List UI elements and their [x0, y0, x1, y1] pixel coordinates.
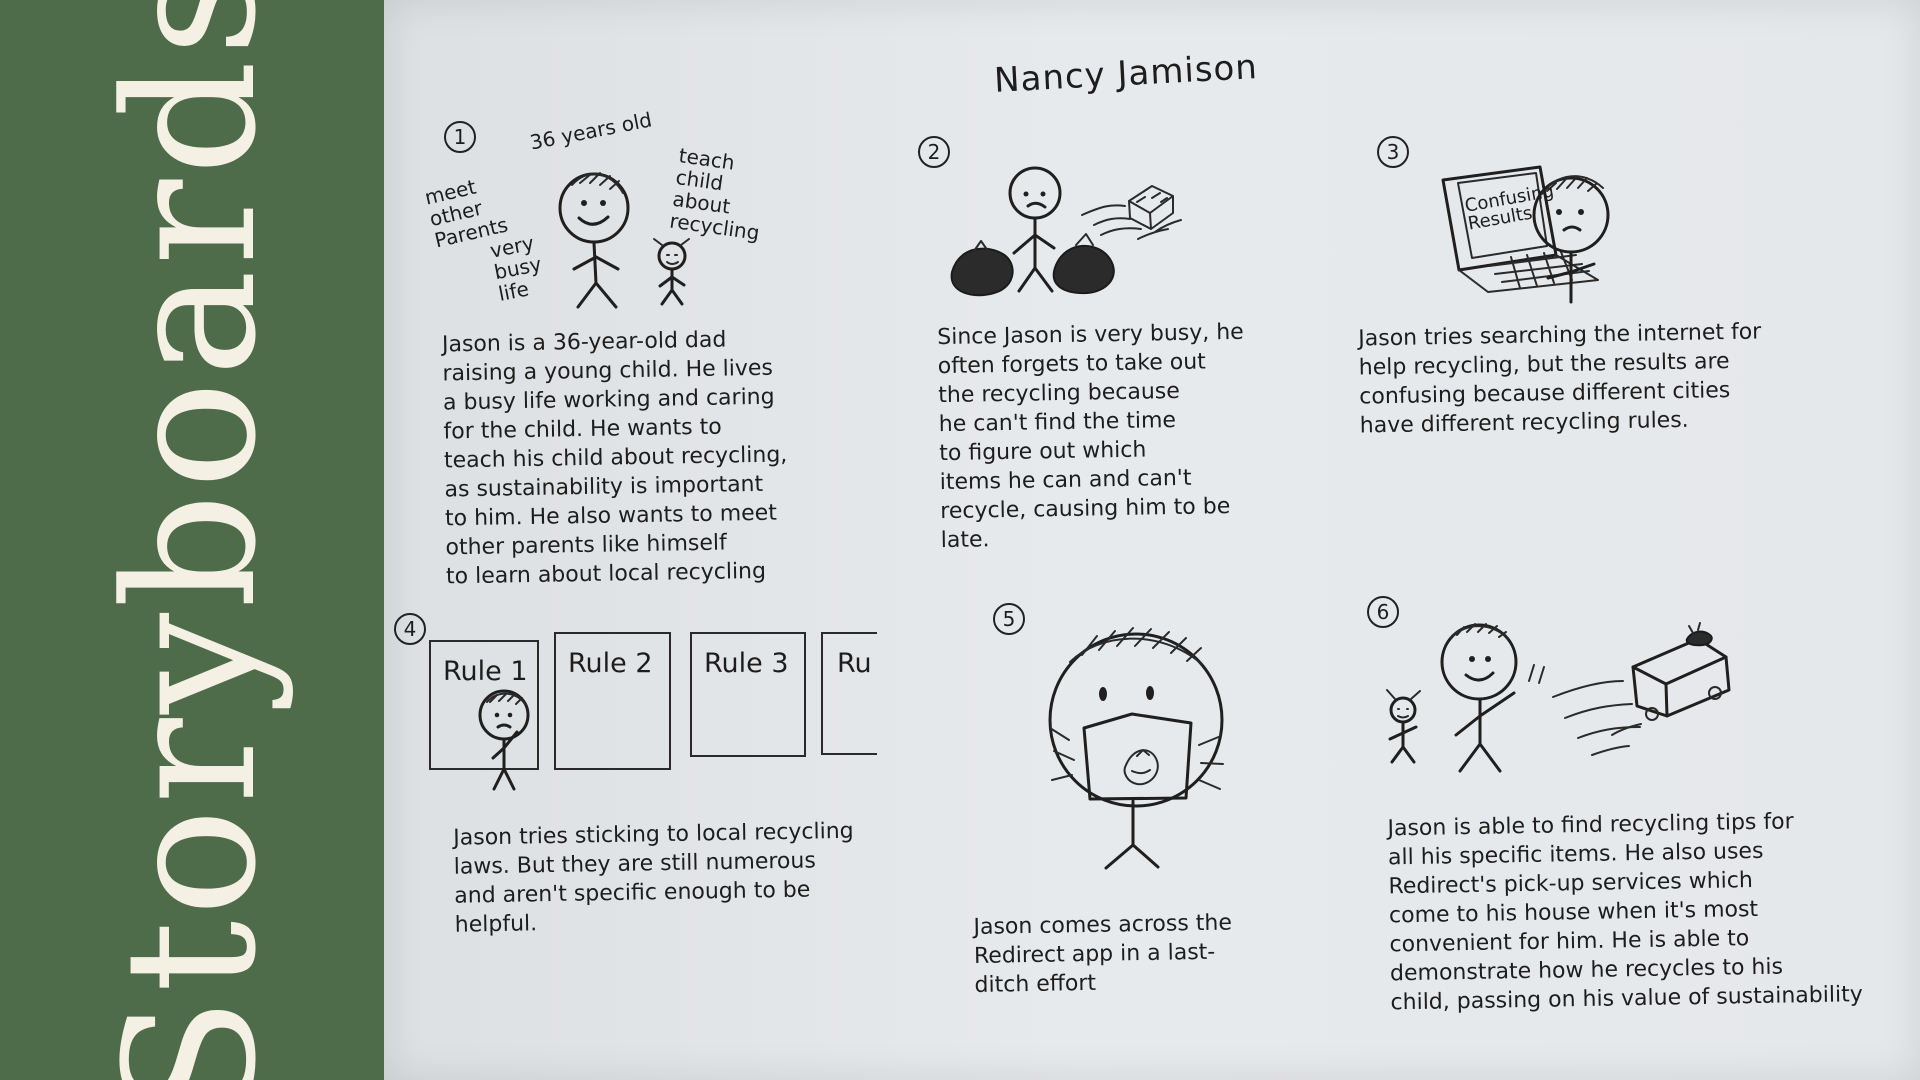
panel-number-2: 2	[918, 136, 950, 168]
rule-box-2: Rule 2	[554, 632, 671, 770]
panel-1-dad-and-child-sketch	[558, 172, 690, 309]
rule-label-2: Rule 2	[568, 648, 653, 679]
panel-6-caption: Jason is able to find recycling tips for…	[1387, 809, 1863, 1016]
rule-label-1: Rule 1	[443, 656, 528, 687]
panel-1-caption: Jason is a 36-year-old dad raising a you…	[441, 327, 788, 590]
panel-number-1: 1	[444, 121, 476, 153]
rule-label-4: Ru	[837, 648, 872, 679]
rule-label-3: Rule 3	[704, 648, 789, 679]
panel-5-redirect-app-sketch	[1048, 627, 1224, 870]
storyboard-paper: Nancy Jamison 1 36 years old meet other …	[384, 0, 1920, 1080]
page-title: Storyboards	[87, 0, 296, 1080]
rule-box-1: Rule 1	[429, 640, 539, 791]
author-name: Nancy Jamison	[993, 47, 1259, 101]
panel-3-caption: Jason tries searching the internet for h…	[1358, 319, 1762, 439]
panel-4-caption: Jason tries sticking to local recycling …	[453, 818, 854, 938]
panel-number-3: 3	[1377, 136, 1409, 168]
panel-5-caption: Jason comes across the Redirect app in a…	[973, 910, 1233, 998]
panel-1-age-label: 36 years old	[527, 107, 654, 155]
panel-number-4: 4	[394, 613, 426, 645]
storyboards-sidebar: Storyboards	[0, 0, 384, 1080]
storyboard-page: Storyboards Nancy Jamison 1 36 years old…	[0, 0, 1920, 1080]
rule-box-3: Rule 3	[690, 632, 806, 757]
panel-2-busy-recycling-sketch	[950, 166, 1182, 297]
panel-6-recycling-success-sketch	[1386, 622, 1731, 773]
rule-box-4: Ru	[821, 632, 877, 755]
panel-4-confused-person-sketch	[478, 689, 530, 791]
panel-2-caption: Since Jason is very busy, he often forge…	[937, 319, 1244, 554]
panel-1-busy-label: very busy life	[487, 230, 544, 306]
